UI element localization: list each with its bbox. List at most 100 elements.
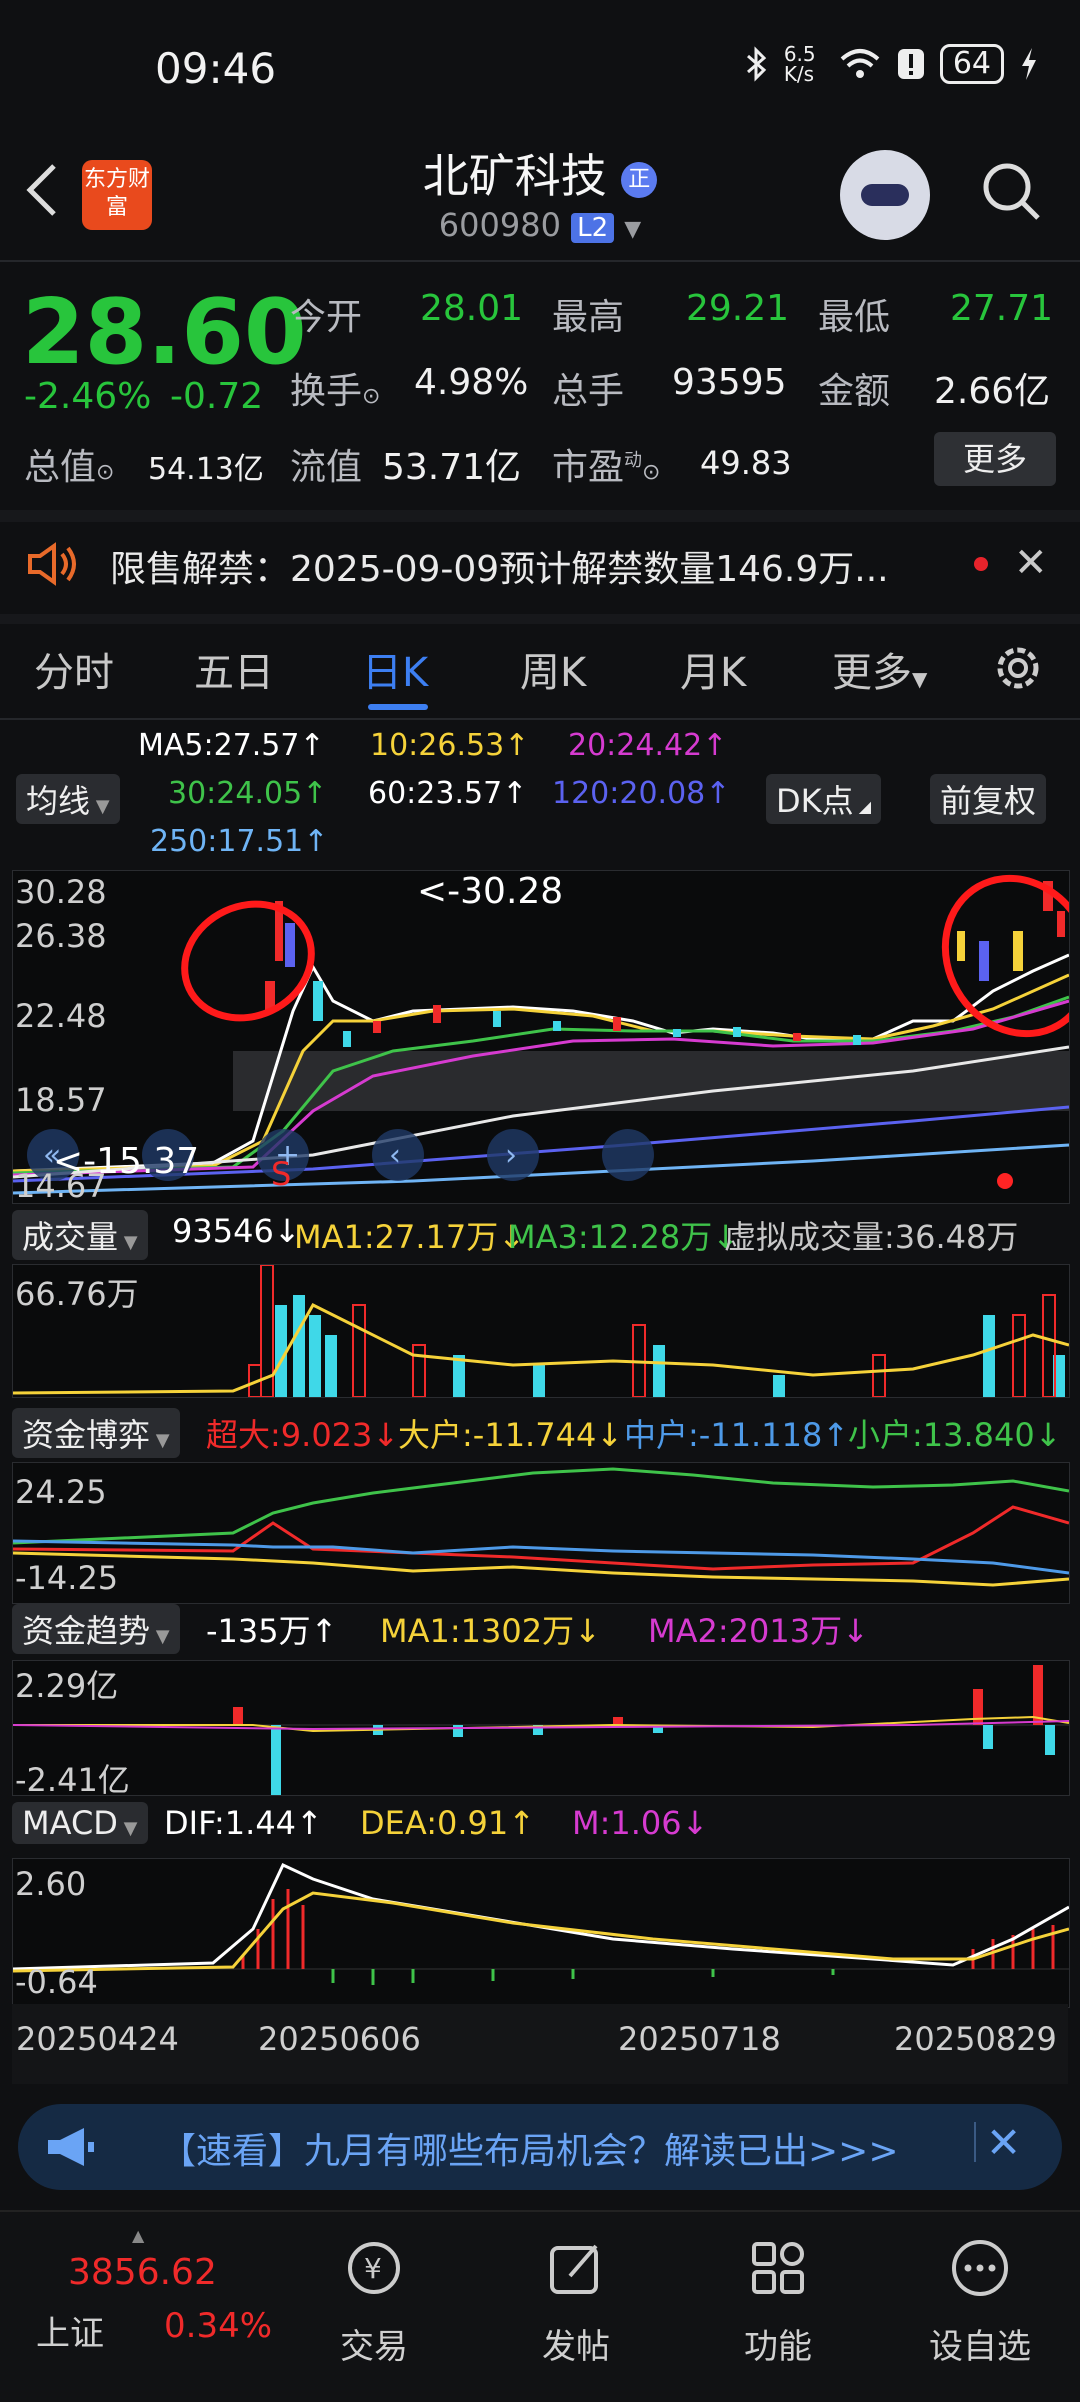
volume-chart[interactable]: 66.76万: [12, 1264, 1070, 1398]
trade-icon: ¥: [348, 2242, 400, 2294]
tab-daily-k[interactable]: 日K: [362, 640, 428, 698]
nav-add-watchlist-label: 设自选: [929, 2327, 1031, 2367]
dk-point-button[interactable]: DK点 ◢: [766, 774, 882, 824]
capital-trend-dropdown[interactable]: 资金趋势 ▼: [12, 1604, 180, 1654]
header-divider: [0, 260, 1080, 262]
volume-value: 93546↓: [172, 1212, 301, 1250]
low-label: 最低: [818, 297, 891, 338]
super-large-flow: 超大:9.023↓: [206, 1416, 400, 1454]
tab-intraday[interactable]: 分时: [34, 640, 114, 698]
tab-five-day[interactable]: 五日: [194, 640, 274, 698]
macd-canvas: [12, 1863, 1070, 1985]
tab-more[interactable]: 更多▼: [832, 640, 927, 698]
macd-dea: DEA:0.91↑: [360, 1804, 536, 1842]
capital-game-y-bottom: -14.25: [15, 1559, 119, 1597]
open-value: 28.01: [420, 288, 524, 329]
more-quote-button[interactable]: 更多: [934, 432, 1056, 486]
abs-change: -0.72: [170, 376, 264, 417]
ma250-value: 250:17.51↑: [150, 824, 329, 859]
pct-change: -2.46%: [24, 376, 152, 417]
index-name: 上证: [36, 2314, 104, 2354]
date-axis: 20250424 20250606 20250718 20250829: [12, 2004, 1068, 2084]
nav-trade-label: 交易: [340, 2327, 408, 2367]
bluetooth-icon: [746, 46, 767, 82]
capital-game-chart[interactable]: 24.25 -14.25: [12, 1462, 1070, 1604]
ma120-value: 120:20.08↑: [552, 776, 731, 811]
date-label-3: 20250718: [618, 2020, 781, 2058]
date-label-1: 20250424: [16, 2020, 179, 2058]
alert-icon: [897, 49, 924, 79]
turnover-value: 4.98%: [414, 362, 529, 403]
small-flow: 小户:13.840↓: [848, 1416, 1062, 1454]
capital-game-dropdown[interactable]: 资金博弈 ▼: [12, 1408, 180, 1458]
unread-dot: [974, 557, 988, 571]
macd-y-bottom: -0.64: [15, 1963, 98, 2001]
adjust-mode-button[interactable]: 前复权: [930, 774, 1047, 824]
index-pct: 0.34%: [164, 2306, 273, 2346]
megaphone-icon: [48, 2128, 94, 2166]
kline-chart[interactable]: « + ‹ › 30.28 26.38 22.48 18.57 14.67 <-…: [12, 870, 1080, 1205]
stock-name: 北矿科技: [422, 149, 607, 203]
edit-icon: [550, 2244, 598, 2294]
macd-m: M:1.06↓: [572, 1804, 709, 1842]
tab-monthly-k[interactable]: 月K: [680, 640, 746, 698]
ma20-value: 20:24.42↑: [568, 728, 728, 763]
index-value[interactable]: 3856.62: [68, 2252, 217, 2293]
volume-indicator-dropdown[interactable]: 成交量 ▼: [12, 1210, 148, 1260]
capital-trend-chart[interactable]: 2.29亿 -2.41亿: [12, 1660, 1070, 1799]
ma-type-dropdown[interactable]: 均线 ▼: [16, 774, 120, 824]
fullscreen-button[interactable]: [602, 1129, 654, 1181]
svg-text:›: ›: [505, 1138, 517, 1173]
high-value: 29.21: [686, 288, 790, 329]
status-bar: 09:46 6.5 K/s 64: [0, 0, 1080, 140]
gear-icon[interactable]: [990, 640, 1046, 696]
volume-ma1: MA1:27.17万↓: [294, 1218, 526, 1256]
battery-level: 64: [939, 44, 1004, 84]
pe-label: 市盈动⊙: [552, 447, 661, 488]
date-label-4: 20250829: [894, 2020, 1057, 2058]
macd-dropdown[interactable]: MACD ▼: [12, 1802, 148, 1844]
last-price: 28.60: [22, 280, 307, 385]
banner-separator: [974, 2122, 976, 2162]
annotation-circle-left: [181, 900, 315, 1022]
high-price-marker: <-30.28: [417, 871, 564, 912]
turnover-label: 换手⊙: [290, 371, 381, 412]
capital-game-canvas: [12, 1467, 1070, 1587]
index-expand-icon[interactable]: ▲: [132, 2226, 144, 2245]
float-value: 53.71亿: [382, 447, 522, 488]
macd-y-top: 2.60: [15, 1865, 87, 1903]
avatar-visor: [861, 184, 909, 206]
capital-trend-ma1: MA1:1302万↓: [380, 1612, 601, 1650]
ma60-value: 60:23.57↑: [368, 776, 528, 811]
y-tick-3: 22.48: [15, 997, 107, 1035]
high-label: 最高: [552, 297, 625, 338]
notice-divider: [0, 614, 1080, 624]
wifi-icon: [840, 49, 880, 78]
nav-add-watchlist[interactable]: 设自选: [910, 2236, 1050, 2368]
macd-dif: DIF:1.44↑: [164, 1804, 323, 1842]
float-value-label: 流值: [290, 447, 363, 488]
tab-weekly-k[interactable]: 周K: [520, 640, 586, 698]
assistant-avatar[interactable]: [840, 150, 930, 240]
nav-post[interactable]: 发帖: [506, 2236, 646, 2368]
close-notice-icon[interactable]: ✕: [1014, 540, 1048, 586]
capital-trend-y-top: 2.29亿: [15, 1667, 119, 1705]
nav-post-label: 发帖: [542, 2327, 610, 2367]
close-banner-icon[interactable]: ✕: [986, 2118, 1021, 2167]
macd-chart[interactable]: 2.60 -0.64: [12, 1858, 1070, 2008]
search-icon[interactable]: [980, 160, 1042, 222]
code-dropdown-icon: ▼: [624, 217, 642, 242]
charging-icon: [1022, 48, 1036, 80]
more-dots-icon: [952, 2240, 1008, 2296]
volume-ma3: MA3:12.28万↓: [508, 1218, 740, 1256]
status-icons: 6.5 K/s 64: [744, 44, 1040, 84]
ma30-value: 30:24.05↑: [168, 776, 328, 811]
nav-trade[interactable]: ¥ 交易: [304, 2236, 444, 2368]
nav-functions[interactable]: 功能: [708, 2236, 848, 2368]
svg-text:¥: ¥: [364, 2252, 382, 2285]
level-badge: L2: [571, 213, 615, 243]
virtual-volume: 虚拟成交量:36.48万: [724, 1218, 1019, 1256]
total-value-label: 总值⊙: [24, 447, 115, 488]
title-badge: 正: [621, 161, 658, 198]
stock-code: 600980: [438, 206, 561, 244]
